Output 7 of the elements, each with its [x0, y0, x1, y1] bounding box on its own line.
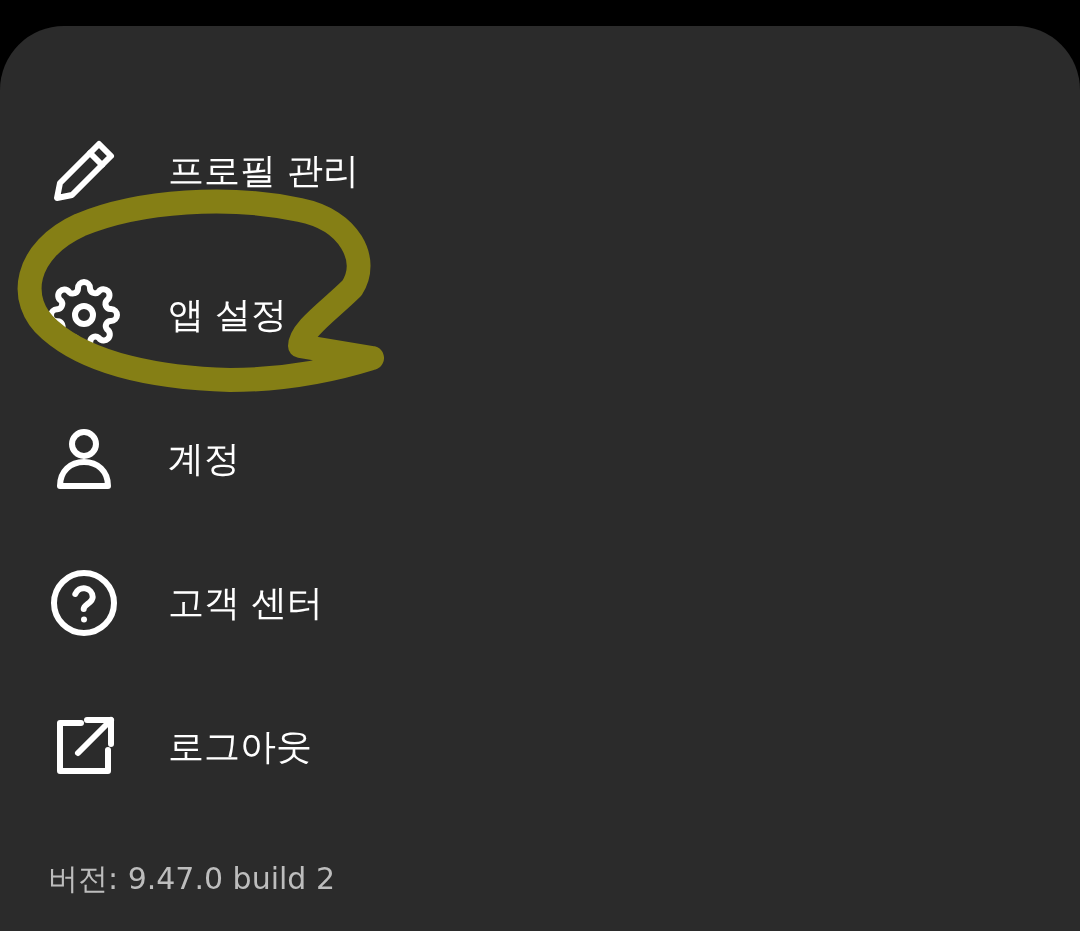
menu-item[interactable]: 로그아웃: [48, 675, 1080, 819]
version-text: 버전: 9.47.0 build 2: [48, 860, 336, 898]
menu-item[interactable]: 계정: [48, 387, 1080, 531]
menu-item[interactable]: 고객 센터: [48, 531, 1080, 675]
menu-item[interactable]: 프로필 관리: [48, 99, 1080, 243]
menu-item[interactable]: 앱 설정: [48, 243, 1080, 387]
help-icon: [48, 567, 120, 639]
